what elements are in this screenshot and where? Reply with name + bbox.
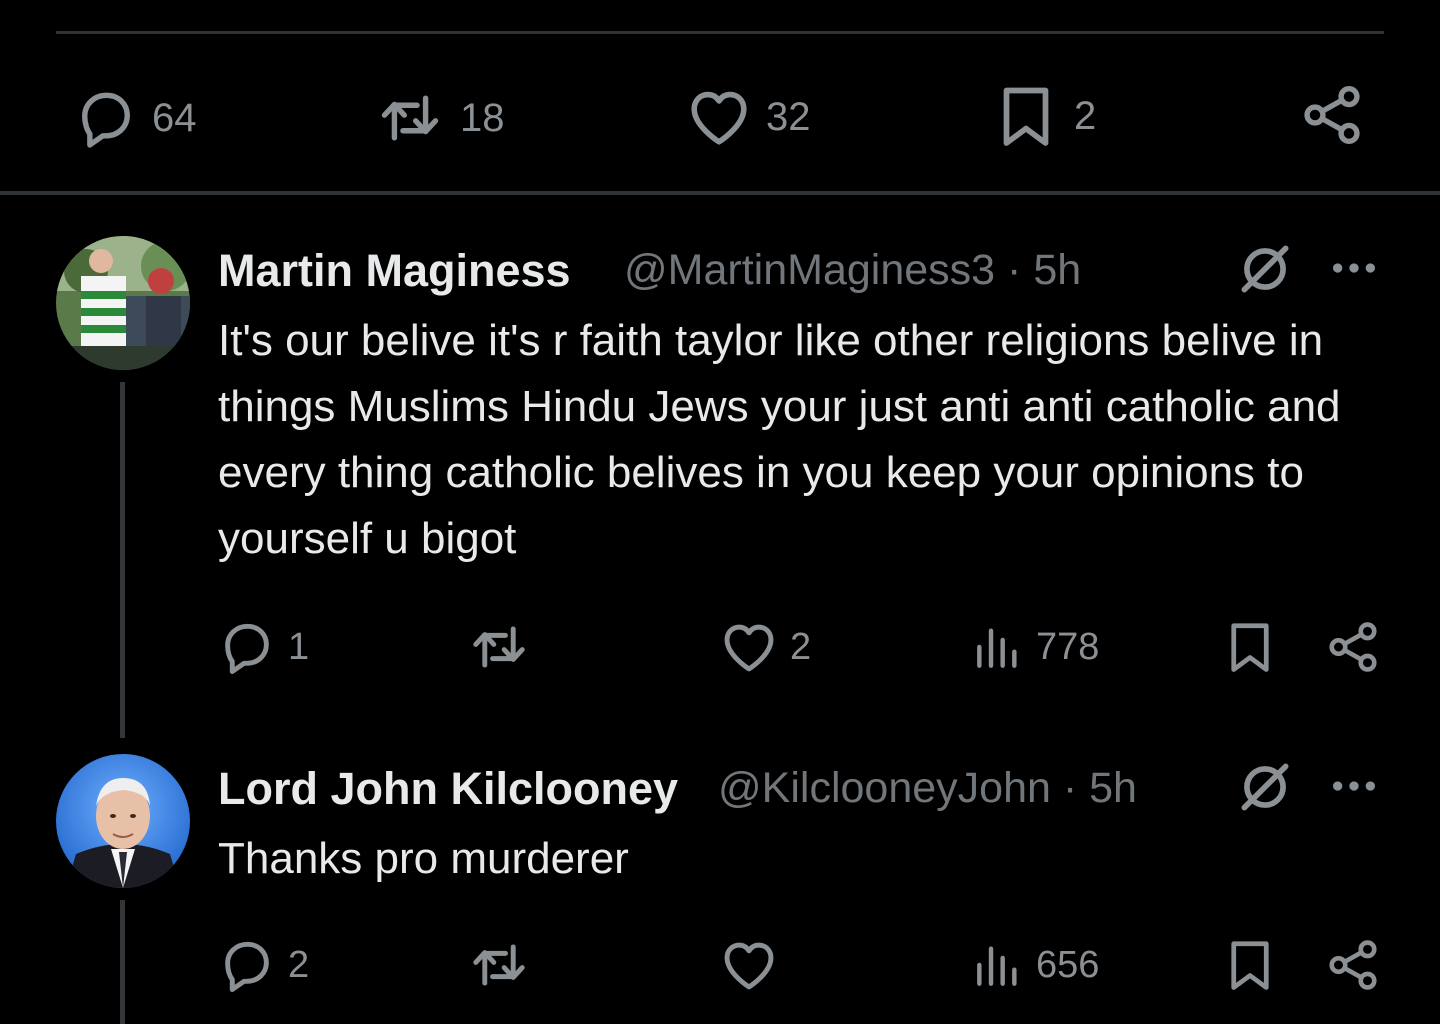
repost-icon	[466, 616, 532, 678]
tweet-text: Thanks pro murderer	[218, 834, 629, 883]
timestamp[interactable]: 5h	[1089, 764, 1137, 812]
heart-icon	[718, 616, 780, 678]
view-count: 778	[1036, 626, 1100, 668]
more-icon[interactable]	[1326, 240, 1382, 296]
repost-icon	[372, 84, 448, 152]
share-button[interactable]	[1324, 616, 1382, 678]
heart-icon	[684, 82, 754, 152]
tweet-meta: @MartinMaginess3 · 5h	[624, 249, 1081, 292]
reply-icon	[72, 84, 140, 152]
display-name[interactable]: Lord John Kilclooney	[218, 766, 678, 811]
like-button[interactable]: 32	[684, 82, 811, 152]
repost-button[interactable]	[466, 616, 542, 678]
views-icon	[970, 618, 1026, 676]
like-count: 2	[790, 626, 812, 668]
tweet-text: It's our belive it's r faith taylor like…	[218, 316, 1341, 563]
views-icon	[970, 936, 1026, 994]
view-count: 656	[1036, 944, 1100, 986]
share-button[interactable]	[1324, 934, 1382, 996]
handle[interactable]: @KilclooneyJohn	[718, 764, 1051, 812]
reply-icon	[216, 934, 278, 996]
avatar[interactable]	[56, 754, 190, 888]
bookmark-icon	[1220, 932, 1280, 998]
display-name[interactable]: Martin Maginess	[218, 248, 571, 293]
reply-button[interactable]: 1	[216, 616, 309, 678]
like-button[interactable]: 2	[718, 616, 811, 678]
like-count: 32	[766, 95, 811, 139]
separator: ·	[1062, 764, 1078, 812]
separator: ·	[1007, 246, 1022, 294]
like-button[interactable]	[718, 934, 790, 996]
views-button[interactable]: 656	[970, 936, 1099, 994]
reply-count: 1	[288, 626, 310, 668]
share-icon	[1298, 80, 1366, 150]
reply-icon	[216, 616, 278, 678]
tweet-meta: @KilclooneyJohn · 5h	[718, 767, 1137, 810]
repost-button[interactable]	[466, 934, 542, 996]
reply-button[interactable]: 64	[72, 84, 197, 152]
top-divider	[56, 31, 1384, 34]
bookmark-button[interactable]	[1220, 614, 1280, 680]
repost-count: 18	[460, 96, 505, 140]
bookmark-count: 2	[1074, 94, 1097, 138]
thread-line	[120, 382, 125, 738]
views-button[interactable]: 778	[970, 618, 1099, 676]
bookmark-button[interactable]	[1220, 932, 1280, 998]
share-icon	[1324, 934, 1382, 996]
reply-button[interactable]: 2	[216, 934, 309, 996]
bookmark-button[interactable]: 2	[990, 78, 1096, 154]
repost-icon	[466, 934, 532, 996]
grok-icon[interactable]	[1234, 756, 1296, 818]
grok-icon[interactable]	[1234, 238, 1296, 300]
share-button[interactable]	[1298, 80, 1366, 150]
heart-icon	[718, 934, 780, 996]
handle[interactable]: @MartinMaginess3	[624, 246, 995, 294]
repost-button[interactable]: 18	[372, 84, 505, 152]
reply-count: 64	[152, 96, 197, 140]
thread-line	[120, 900, 125, 1024]
share-icon	[1324, 616, 1382, 678]
reply-count: 2	[288, 944, 310, 986]
timestamp[interactable]: 5h	[1033, 246, 1081, 294]
bookmark-icon	[1220, 614, 1280, 680]
avatar[interactable]	[56, 236, 190, 370]
bookmark-icon	[990, 78, 1062, 154]
section-divider	[0, 191, 1440, 195]
more-icon[interactable]	[1326, 758, 1382, 814]
